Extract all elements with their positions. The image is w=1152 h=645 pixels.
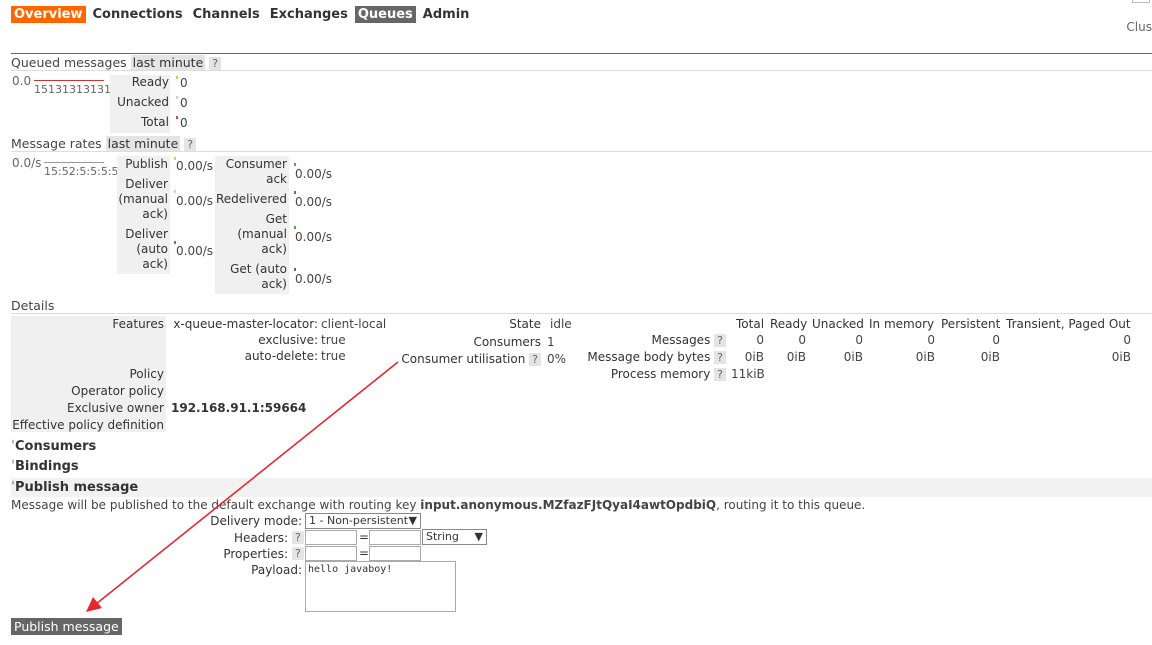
annotation-arrow [86, 361, 399, 612]
arrow-head [86, 597, 102, 612]
arrow-shaft [95, 361, 399, 605]
